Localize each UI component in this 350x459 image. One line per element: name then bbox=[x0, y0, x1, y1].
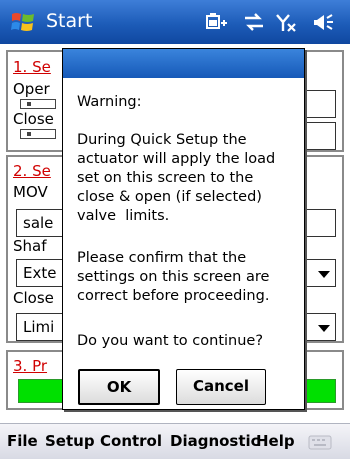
cancel-button[interactable]: Cancel bbox=[176, 369, 266, 405]
section-3-title[interactable]: 3. Pr bbox=[13, 357, 47, 375]
dialog-message-1: During Quick Setup the bbox=[77, 132, 247, 148]
title-bar: Start bbox=[0, 0, 350, 44]
dialog-title-bar bbox=[63, 49, 304, 78]
menu-setup[interactable]: Setup bbox=[45, 432, 95, 450]
menu-help[interactable]: Help bbox=[256, 432, 295, 450]
dialog-question: Do you want to continue? bbox=[77, 333, 264, 349]
volume-icon[interactable] bbox=[312, 11, 336, 33]
chevron-down-icon[interactable] bbox=[318, 271, 330, 278]
dialog-message-2: actuator will apply the load bbox=[77, 151, 276, 167]
dialog-confirm-2: settings on this screen are bbox=[77, 269, 270, 285]
chevron-down-icon[interactable] bbox=[318, 325, 330, 332]
window-title[interactable]: Start bbox=[46, 10, 92, 32]
section-2-title[interactable]: 2. Se bbox=[13, 162, 51, 180]
menu-control[interactable]: Control bbox=[100, 432, 162, 450]
keyboard-icon[interactable] bbox=[308, 433, 332, 451]
menu-bar: File Setup Control Diagnostic Help bbox=[0, 423, 350, 459]
shaft-label: Shaf bbox=[13, 237, 47, 255]
warning-dialog: Warning: During Quick Setup the actuator… bbox=[62, 48, 305, 410]
open-slider[interactable] bbox=[20, 99, 56, 109]
close-label: Close bbox=[13, 110, 54, 128]
menu-diagnostic[interactable]: Diagnostic bbox=[170, 432, 260, 450]
signal-icon[interactable] bbox=[275, 11, 299, 33]
dialog-message-3: set on this screen to the bbox=[77, 170, 254, 186]
open-label: Oper bbox=[13, 80, 50, 98]
battery-icon[interactable] bbox=[205, 11, 229, 33]
dialog-message-5: valve limits. bbox=[77, 208, 170, 224]
ok-button[interactable]: OK bbox=[78, 369, 160, 405]
windows-logo-icon[interactable] bbox=[10, 9, 36, 35]
menu-file[interactable]: File bbox=[7, 432, 38, 450]
connectivity-icon[interactable] bbox=[242, 11, 266, 33]
close-slider[interactable] bbox=[20, 129, 56, 139]
dialog-heading: Warning: bbox=[77, 94, 142, 110]
dialog-confirm-1: Please confirm that the bbox=[77, 250, 247, 266]
close-mode-label: Close bbox=[13, 289, 54, 307]
dialog-message-4: close & open (if selected) bbox=[77, 189, 262, 205]
mov-label: MOV bbox=[13, 183, 48, 201]
section-1-title[interactable]: 1. Se bbox=[13, 58, 51, 76]
dialog-confirm-3: correct before proceeding. bbox=[77, 288, 270, 304]
